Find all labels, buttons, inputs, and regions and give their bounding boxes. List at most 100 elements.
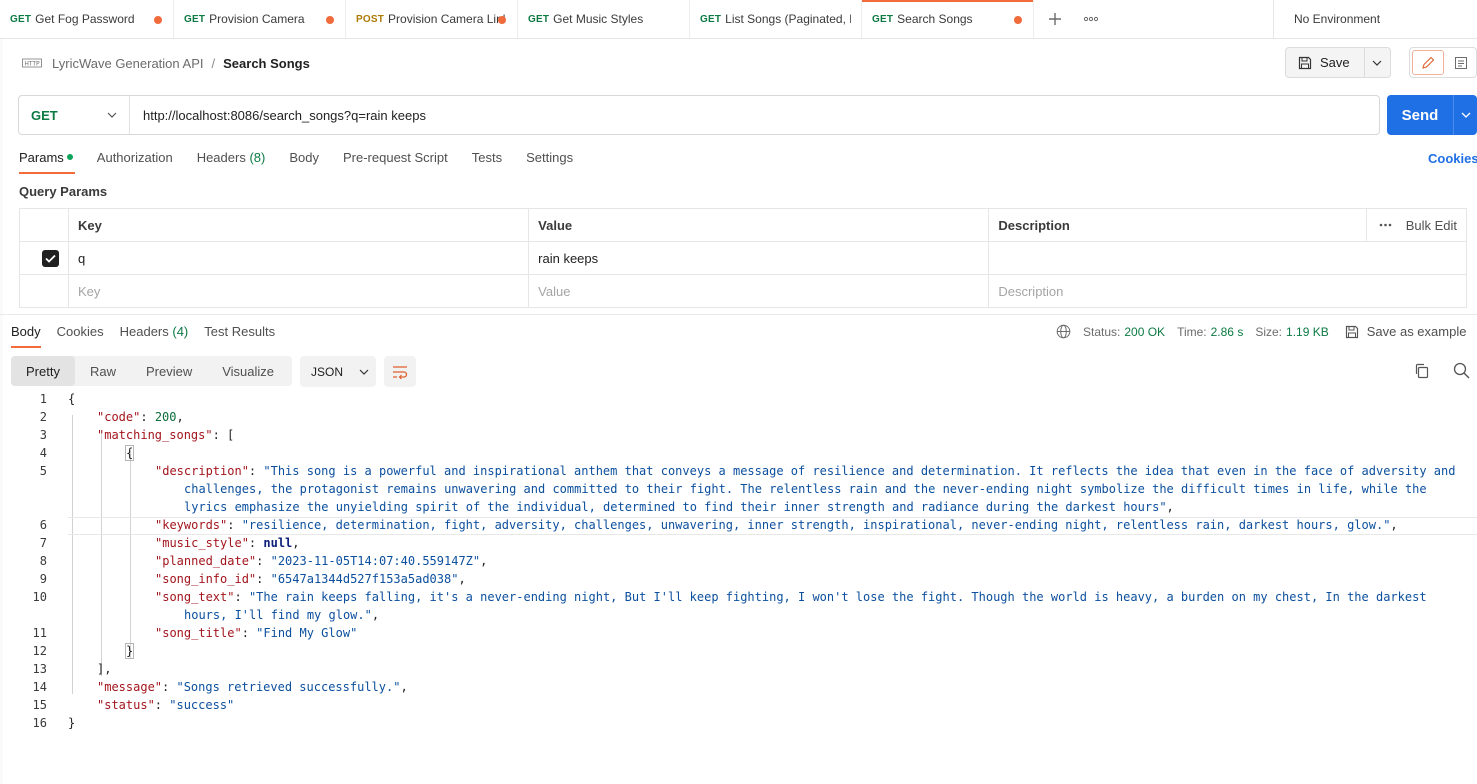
more-tabs-icon[interactable] <box>1081 6 1101 32</box>
search-icon[interactable] <box>1453 362 1470 382</box>
save-as-example-button[interactable]: Save as example <box>1345 324 1467 339</box>
url-input[interactable]: http://localhost:8086/search_songs?q=rai… <box>130 108 426 123</box>
tab-response-headers[interactable]: Headers (4) <box>120 322 189 348</box>
tab-label: Search Songs <box>897 12 973 26</box>
json-key: "music_style" <box>155 536 249 550</box>
code-line: "song_text": "The rain keeps falling, it… <box>155 590 1427 604</box>
status-value[interactable]: 200 OK <box>1124 325 1165 339</box>
json-string: "6547a1344d527f153a5ad038" <box>270 572 459 586</box>
new-key-input[interactable]: Key <box>67 274 530 308</box>
json-punctuation: : <box>241 626 257 640</box>
line-number: 5 <box>39 464 47 478</box>
json-punctuation: : <box>154 698 170 712</box>
edit-pencil-icon[interactable] <box>1412 50 1444 75</box>
tab-method: POST <box>356 13 385 25</box>
tab-test-results[interactable]: Test Results <box>204 322 275 348</box>
param-enabled-checkbox[interactable] <box>42 249 59 267</box>
bulk-edit-cell: Bulk Edit <box>1366 208 1467 242</box>
query-params-title: Query Params <box>19 184 108 199</box>
tab-response-body[interactable]: Body <box>11 322 41 348</box>
param-description-input[interactable] <box>988 241 1467 275</box>
tab-headers[interactable]: Headers (8) <box>197 148 266 174</box>
tab-pre-request-script[interactable]: Pre-request Script <box>343 148 448 174</box>
param-value-input[interactable]: rain keeps <box>528 241 990 275</box>
tab-authorization[interactable]: Authorization <box>97 148 173 174</box>
editor-view-toggle <box>1409 47 1477 78</box>
json-punctuation: : <box>227 518 242 532</box>
json-punctuation: : <box>248 536 264 550</box>
new-description-input[interactable]: Description <box>988 274 1467 308</box>
json-string: "2023-11-05T14:07:40.559147Z" <box>270 554 481 568</box>
save-options-chevron-down-icon[interactable] <box>1365 48 1390 77</box>
save-button[interactable]: Save <box>1286 48 1365 77</box>
tab-list-songs[interactable]: GET List Songs (Paginated, Da <box>690 0 862 38</box>
tab-response-body-label: Body <box>11 324 41 339</box>
table-row: Key Value Description <box>19 274 1467 308</box>
view-mode-raw[interactable]: Raw <box>75 356 131 386</box>
method-select[interactable]: GET <box>19 96 130 134</box>
code-line: } <box>68 716 75 730</box>
tab-params-label: Params <box>19 150 64 165</box>
tab-headers-label: Headers <box>196 150 246 165</box>
tab-settings[interactable]: Settings <box>526 148 573 174</box>
line-number: 9 <box>39 572 47 586</box>
tab-pre-request-script-label: Pre-request Script <box>342 150 448 165</box>
indent-guide <box>130 451 131 658</box>
json-punctuation: } <box>124 643 135 659</box>
json-string: "Songs retrieved successfully." <box>176 680 401 694</box>
save-as-example-label: Save as example <box>1366 324 1467 339</box>
json-punctuation: , <box>292 536 300 550</box>
tab-get-music-styles[interactable]: GET Get Music Styles <box>518 0 690 38</box>
copy-icon[interactable] <box>1414 363 1430 382</box>
save-icon <box>1298 56 1312 69</box>
breadcrumb-request[interactable]: Search Songs <box>223 56 310 71</box>
bulk-edit-button[interactable]: Bulk Edit <box>1406 218 1457 233</box>
json-punctuation: : <box>162 680 177 694</box>
send-options-chevron-down-icon[interactable] <box>1453 95 1477 135</box>
tab-provision-camera[interactable]: GET Provision Camera <box>174 0 346 38</box>
wrap-lines-button[interactable] <box>384 356 416 387</box>
send-button[interactable]: Send <box>1387 107 1453 124</box>
breadcrumb-collection[interactable]: LyricWave Generation API <box>52 56 204 71</box>
tab-method: GET <box>10 13 32 25</box>
tab-params[interactable]: Params <box>19 148 75 174</box>
size-value[interactable]: 1.19 KB <box>1286 325 1329 339</box>
environment-selector[interactable]: No Environment <box>1273 0 1477 38</box>
code-line: { <box>124 445 135 461</box>
new-value-input[interactable]: Value <box>528 274 990 308</box>
json-key: "song_info_id" <box>155 572 257 586</box>
empty-checkbox-cell <box>19 274 69 308</box>
view-mode-pretty[interactable]: Pretty <box>11 356 75 386</box>
new-tab-plus-icon[interactable] <box>1045 6 1065 32</box>
param-key-input[interactable]: q <box>67 241 530 275</box>
time-value[interactable]: 2.86 s <box>1211 325 1244 339</box>
tab-body[interactable]: Body <box>289 148 319 174</box>
indent-guide <box>72 415 73 694</box>
globe-icon[interactable] <box>1056 324 1071 339</box>
json-null: null <box>263 536 293 550</box>
tab-response-cookies[interactable]: Cookies <box>57 322 104 348</box>
json-key: "code" <box>97 410 141 424</box>
json-key: "message" <box>97 680 163 694</box>
json-punctuation: : <box>248 464 264 478</box>
view-mode-preview[interactable]: Preview <box>131 356 207 386</box>
json-punctuation: , <box>176 410 184 424</box>
format-select[interactable]: JSON <box>300 356 376 387</box>
more-options-icon[interactable] <box>1379 223 1392 227</box>
documentation-icon[interactable] <box>1446 48 1476 77</box>
line-number: 3 <box>39 428 47 442</box>
save-label: Save <box>1320 55 1350 70</box>
tab-tests[interactable]: Tests <box>472 148 502 174</box>
breadcrumb: HTTP LyricWave Generation API / Search S… <box>22 52 310 74</box>
status-label: Status: <box>1083 324 1121 339</box>
json-key: "keywords" <box>155 518 228 532</box>
cookies-link[interactable]: Cookies <box>1428 151 1477 166</box>
value-column-header: Value <box>528 208 990 242</box>
view-mode-visualize[interactable]: Visualize <box>207 356 289 386</box>
method-value: GET <box>31 107 58 123</box>
tab-get-fog-password[interactable]: GET Get Fog Password <box>0 0 174 38</box>
tab-search-songs[interactable]: GET Search Songs <box>862 0 1034 38</box>
tab-provision-camera-link[interactable]: POST Provision Camera Linl <box>346 0 518 38</box>
checkbox-column-header <box>19 208 69 242</box>
environment-label: No Environment <box>1294 12 1381 26</box>
